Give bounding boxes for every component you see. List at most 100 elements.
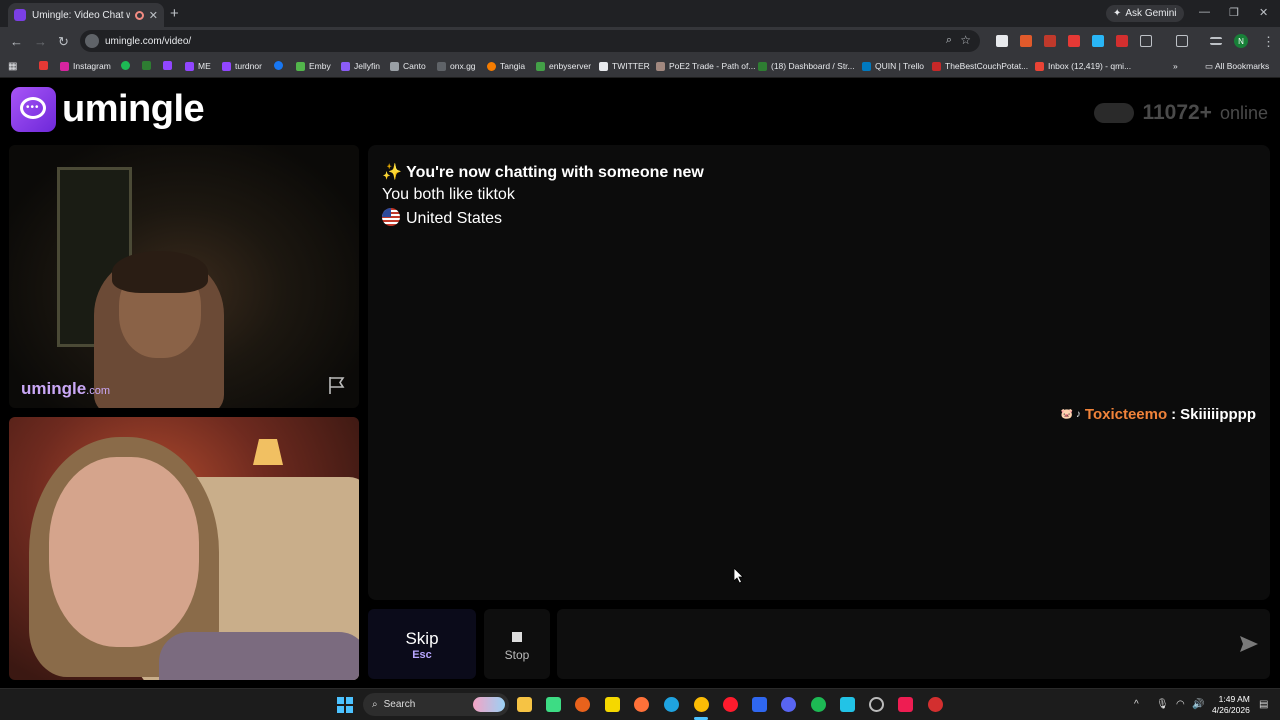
- watermark-suffix: .com: [86, 385, 111, 397]
- extension-blue-icon[interactable]: [1092, 35, 1104, 47]
- bookmark-gmail[interactable]: Inbox (12,419) - qmi...: [1035, 61, 1131, 71]
- user-badge-icons: 🐷 ♪: [1060, 409, 1081, 420]
- file-explorer-icon[interactable]: [517, 697, 532, 712]
- bookmark-youtube[interactable]: [39, 61, 48, 70]
- reload-icon[interactable]: ↻: [58, 34, 69, 50]
- bookmark-star-icon[interactable]: ☆: [960, 33, 971, 47]
- stop-button[interactable]: Stop: [484, 609, 550, 679]
- bookmark-poe2[interactable]: PoE2 Trade - Path of...: [656, 61, 755, 71]
- firefox-icon[interactable]: [634, 697, 649, 712]
- bookmark-twitch[interactable]: [163, 61, 172, 70]
- online-toggle[interactable]: [1094, 103, 1135, 123]
- bookmark-label: TWITTER: [612, 61, 650, 71]
- extensions-puzzle-icon[interactable]: [1140, 35, 1152, 47]
- bookmark-emby[interactable]: Emby: [296, 61, 331, 71]
- background-lamp: [253, 439, 283, 465]
- enbyserver-icon: [536, 61, 545, 71]
- country-label: United States: [406, 210, 503, 227]
- tray-overflow-icon[interactable]: ^: [1134, 699, 1139, 710]
- extension-fox-icon[interactable]: [1020, 35, 1032, 47]
- extension-k-icon[interactable]: [996, 35, 1008, 47]
- media-controls-icon[interactable]: [1210, 37, 1222, 45]
- minimize-window-icon[interactable]: —: [1199, 6, 1210, 18]
- bookmark-turdnor[interactable]: turdnor: [222, 61, 262, 71]
- site-info-icon[interactable]: [85, 34, 99, 48]
- teams-icon[interactable]: [752, 697, 767, 712]
- browser-tab-active[interactable]: Umingle: Video Chat with S ✕: [8, 3, 164, 27]
- play-app-icon[interactable]: [546, 697, 561, 712]
- couchpotato-icon: [932, 61, 941, 71]
- bookmarks-overflow-icon[interactable]: »: [1173, 61, 1178, 71]
- skip-button[interactable]: Skip Esc: [368, 609, 476, 679]
- maximize-window-icon[interactable]: ❐: [1229, 6, 1239, 19]
- apps-grid-icon[interactable]: ▦: [8, 61, 17, 72]
- bookmark-onx[interactable]: onx.gg: [437, 61, 476, 71]
- all-bookmarks-button[interactable]: ▭ All Bookmarks: [1205, 61, 1269, 72]
- wifi-icon[interactable]: ◠: [1176, 699, 1185, 710]
- browser-menu-icon[interactable]: ⋮: [1262, 34, 1275, 50]
- capcut-icon[interactable]: [928, 697, 943, 712]
- bookmark-couchpotato[interactable]: TheBestCouchPotat...: [932, 61, 1028, 71]
- online-count: 11072+: [1142, 101, 1212, 124]
- close-window-icon[interactable]: ✕: [1259, 6, 1268, 19]
- umingle-logo[interactable]: ••• umingle: [11, 87, 205, 132]
- notepad-icon[interactable]: [840, 697, 855, 712]
- message-sender[interactable]: Toxicteemo: [1085, 406, 1167, 423]
- bookmark-green[interactable]: [142, 61, 151, 70]
- microphone-icon[interactable]: 🎙: [1156, 699, 1169, 710]
- close-tab-icon[interactable]: ✕: [149, 9, 158, 22]
- bookmark-twitter[interactable]: TWITTER: [599, 61, 650, 71]
- tiktok-icon[interactable]: [898, 697, 913, 712]
- bookmark-jellyfin[interactable]: Jellyfin: [341, 61, 380, 71]
- obs-icon[interactable]: [869, 697, 884, 712]
- bookmark-facebook[interactable]: [274, 61, 283, 70]
- bookmark-label: Tangia: [500, 61, 526, 71]
- back-arrow-icon[interactable]: ←: [10, 34, 23, 49]
- profile-avatar[interactable]: N: [1234, 34, 1248, 48]
- bookmark-me[interactable]: ME: [185, 61, 211, 71]
- extension-red2-icon[interactable]: [1116, 35, 1128, 47]
- umingle-watermark: umingle.com: [21, 379, 110, 399]
- windows-start-icon[interactable]: [337, 697, 353, 713]
- bookmark-dashboard[interactable]: (18) Dashboard / Str...: [758, 61, 855, 71]
- opera-icon[interactable]: [723, 697, 738, 712]
- chrome-icon[interactable]: [694, 697, 709, 712]
- bookmark-instagram[interactable]: Instagram: [60, 61, 111, 71]
- send-icon[interactable]: [1239, 635, 1259, 653]
- skip-shortcut-hint: Esc: [412, 649, 432, 661]
- game-launcher-icon[interactable]: [575, 697, 590, 712]
- edge-icon[interactable]: [664, 697, 679, 712]
- message-input[interactable]: [557, 609, 1270, 679]
- notifications-icon[interactable]: ▤: [1259, 699, 1268, 710]
- bookmark-spotify[interactable]: [121, 61, 130, 70]
- new-tab-button[interactable]: +: [170, 5, 179, 22]
- forward-arrow-icon[interactable]: →: [34, 34, 47, 49]
- discord-icon[interactable]: [781, 697, 796, 712]
- bookmark-canto[interactable]: Canto: [390, 61, 426, 71]
- chat-message: 🐷 ♪ Toxicteemo: Skiiiiipppp: [1061, 406, 1256, 423]
- message-text: Skiiiiipppp: [1180, 406, 1256, 423]
- volume-icon[interactable]: 🔊: [1192, 699, 1204, 710]
- bookmark-tangia[interactable]: Tangia: [487, 61, 525, 71]
- ask-gemini-button[interactable]: ✦ Ask Gemini: [1106, 5, 1184, 22]
- taskbar-search[interactable]: ⌕ Search: [363, 693, 509, 716]
- emby-icon: [296, 61, 305, 71]
- extension-red-icon[interactable]: [1044, 35, 1056, 47]
- user-shirt: [159, 632, 359, 680]
- system-clock[interactable]: 1:49 AM 4/26/2026: [1212, 694, 1250, 716]
- twitch-icon: [185, 61, 194, 71]
- spotify-taskbar-icon[interactable]: [811, 697, 826, 712]
- report-flag-icon[interactable]: [327, 375, 347, 395]
- zoom-icon[interactable]: ⌕: [946, 34, 952, 47]
- tab-search-icon[interactable]: [1176, 35, 1188, 47]
- bookmark-enbyserver[interactable]: enbyserver: [536, 61, 591, 71]
- chat-panel: ✨ You're now chatting with someone new Y…: [368, 145, 1270, 600]
- bookmark-label: onx.gg: [450, 61, 476, 71]
- address-bar[interactable]: umingle.com/video/ ⌕ ☆: [80, 30, 980, 52]
- bookmark-label: Canto: [403, 61, 426, 71]
- windows-taskbar: ⌕ Search ^ 🎙 ◠ 🔊 1:49 AM 4/26/2026 ▤: [0, 688, 1280, 720]
- address-url[interactable]: umingle.com/video/: [105, 36, 191, 47]
- bookmark-trello[interactable]: QUIN | Trello: [862, 61, 924, 71]
- extension-youtube-icon[interactable]: [1068, 35, 1080, 47]
- sticky-notes-icon[interactable]: [605, 697, 620, 712]
